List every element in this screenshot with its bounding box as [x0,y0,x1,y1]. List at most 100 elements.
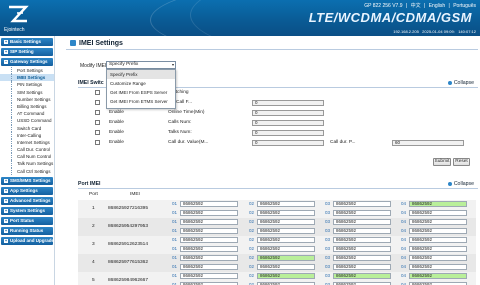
imei-slot-input[interactable]: 86862592 [257,219,315,225]
imei-slot-input[interactable]: 86862592 [257,264,315,270]
sidebar-group-system-settings[interactable]: + System Settings [1,206,53,215]
enable-checkbox[interactable] [95,110,100,115]
imei-slot-input[interactable]: 86862592 [409,228,467,234]
slot-number: 01 [172,273,178,278]
sidebar-group-upload-upgrade[interactable]: + Upload and Upgrade [1,236,54,245]
lang-english-link[interactable]: English [429,3,445,9]
calls-num-input[interactable]: 0 [252,120,324,126]
collapse-icon: − [4,58,8,64]
column-header-imei: IMEI [130,192,140,197]
sidebar-item-inter-calling[interactable]: Inter-Calling [0,131,54,140]
modify-imei-select[interactable]: Specify Prefix ▾ [106,61,176,69]
sidebar-item-billing-settings[interactable]: Billing Settings [0,102,54,111]
imei-slot-input[interactable]: 86862592 [333,219,391,225]
port-imei-value: 868625984962667 [108,278,149,283]
imei-slot-input[interactable]: 86862592 [180,219,238,225]
imei-slot-input[interactable]: 86862592 [333,201,391,207]
imei-slot-input[interactable]: 86862592 [257,273,315,279]
enable-checkbox[interactable] [95,120,100,125]
sidebar-item-at-command[interactable]: AT Command [0,110,54,118]
imei-slot-input[interactable]: 86862592 [180,273,238,279]
sidebar-item-talk-num-settings[interactable]: Talk Num Settings [0,160,54,168]
switch-row: Enable Calls Num: 0 [78,118,476,128]
imei-slot-input[interactable]: 86862592 [333,228,391,234]
sidebar-item-internet-settings[interactable]: Internet Settings [0,138,54,147]
collapse-link[interactable]: Collapse [447,180,474,189]
sidebar-item-call-num-control[interactable]: Call Num Control [0,153,54,161]
sidebar-group-sms-mms-settings[interactable]: + SMS/MMS Settings [1,176,53,185]
enable-checkbox[interactable] [95,130,100,135]
expand-icon: + [4,187,8,193]
imei-slot-input[interactable]: 86862592 [257,228,315,234]
imei-slot-input[interactable]: 86862592 [409,273,467,279]
sidebar-item-port-settings[interactable]: Port Settings [0,67,54,75]
sidebar-item-call-dur-control[interactable]: Call Dur. Control [0,146,54,154]
imei-slot-input[interactable]: 86862592 [257,237,315,243]
call-dur-p-input[interactable]: 60 [392,140,464,146]
sidebar-group-advanced-settings[interactable]: + Advanced Settings [1,196,53,205]
imei-slot-input[interactable]: 86862592 [409,237,467,243]
enable-checkbox[interactable] [95,100,100,105]
sidebar-item-number-settings[interactable]: Number Settings [0,95,54,104]
imei-slot-input[interactable]: 86862592 [180,228,238,234]
talks-num-input[interactable]: 0 [252,130,324,136]
slot-number: 01 [172,246,178,251]
imei-slot-input[interactable]: 86862592 [409,264,467,270]
sidebar-group-port-status[interactable]: + Port Status [1,216,53,225]
enable-checkbox[interactable] [95,90,100,95]
call-f-input[interactable]: 0 [252,100,324,106]
sidebar-group-app-settings[interactable]: + App Settings [1,186,53,195]
imei-slot-input[interactable]: 86862592 [180,201,238,207]
online-time-input[interactable]: 0 [252,110,324,116]
sidebar-item-pin-settings[interactable]: PIN Settings [0,81,54,89]
imei-slot-input[interactable]: 86862592 [409,246,467,252]
reset-button[interactable]: Reset [453,158,470,166]
option-customize-range[interactable]: Customize Range [107,79,175,88]
sidebar-group-running-status[interactable]: + Running Status [1,226,53,235]
imei-slot-input[interactable]: 86862592 [409,201,467,207]
imei-slot-input[interactable]: 86862592 [257,246,315,252]
slot-number: 02 [249,201,255,206]
imei-slot-input[interactable]: 86862592 [409,219,467,225]
sidebar: + Basic Settings + SIP Setting − Gateway Se… [0,36,55,285]
imei-slot-input[interactable]: 86862592 [333,273,391,279]
sidebar-item-switch-card[interactable]: Switch Card [0,124,54,132]
sidebar-group-sip-setting[interactable]: + SIP Setting [1,48,53,56]
call-dur-value-input[interactable]: 0 [252,140,324,146]
imei-slot-input[interactable]: 86862592 [257,255,315,261]
imei-slot-input[interactable]: 86862592 [409,210,467,216]
imei-slot-input[interactable]: 86862592 [180,210,238,216]
device-ip: 192.168.2.205 [393,29,419,34]
submit-button[interactable]: Submit [433,158,451,166]
imei-slot-input[interactable]: 86862592 [180,246,238,252]
imei-slot-input[interactable]: 86862592 [333,264,391,270]
lang-chinese-link[interactable]: 中文 [411,3,421,9]
lang-portuguese-link[interactable]: Português [453,3,476,9]
imei-slot-input[interactable]: 86862592 [409,255,467,261]
sidebar-item-imei-settings[interactable]: IMEI Settings [0,74,54,82]
imei-slot-input[interactable]: 86862592 [333,255,391,261]
imei-slot-input[interactable]: 86862592 [180,264,238,270]
sidebar-item-call-ctrl-settings[interactable]: Call Ctrl Settings [0,167,54,176]
sidebar-group-gateway-settings[interactable]: − Gateway Settings [1,58,53,66]
option-specify-prefix[interactable]: Specify Prefix [107,70,175,79]
imei-slot-input[interactable]: 86862592 [180,255,238,261]
option-etms-server[interactable]: Get IMEI From ETMS Server [107,97,175,106]
collapse-link[interactable]: Collapse [447,79,474,88]
imei-slot-input[interactable]: 86862592 [257,201,315,207]
sidebar-item-sim-settings[interactable]: SIM Settings [0,88,54,96]
imei-slot-input[interactable]: 86862592 [333,237,391,243]
port-row: 2 868625954297953 01 86862592 01 86862592 02 86… [78,218,476,236]
imei-slot-input[interactable]: 86862592 [333,210,391,216]
imei-slot-input[interactable]: 86862592 [333,246,391,252]
expand-icon: + [4,197,8,203]
slot-number: 01 [172,255,178,260]
enable-checkbox[interactable] [95,140,100,145]
imei-slot-input[interactable]: 86862592 [180,237,238,243]
option-esps-server[interactable]: Get IMEI From ESPS Server [107,88,175,97]
sidebar-group-basic-settings[interactable]: + Basic Settings [1,38,53,46]
switch-row: Enable Call dur. Value(M... 0 Call dur. … [78,138,476,148]
sidebar-item-ussd-command[interactable]: USSD Command [0,117,54,125]
collapse-icon [447,181,452,186]
imei-slot-input[interactable]: 86862592 [257,210,315,216]
